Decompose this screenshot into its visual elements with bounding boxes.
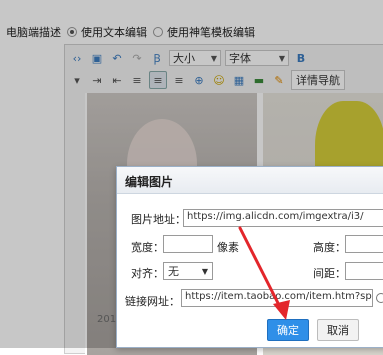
width-input[interactable]: [163, 235, 213, 253]
seller-editor-page: 电脑端描述 使用文本编辑 使用神笔模板编辑 ‹› ▣ ↶ ↷ Ꞵ 大小 ▼ 字体 ▼…: [0, 0, 383, 355]
align-select-value: 无: [168, 265, 179, 278]
align-label: 对齐：: [131, 267, 164, 280]
align-select[interactable]: 无 ▼: [163, 262, 213, 280]
image-url-input[interactable]: https://img.alicdn.com/imgextra/i3/: [183, 209, 383, 227]
dialog-header: 编辑图片: [117, 167, 383, 194]
edit-image-dialog: 编辑图片 图片地址： https://img.alicdn.com/imgext…: [116, 166, 383, 348]
image-url-label: 图片地址：: [131, 213, 186, 226]
open-new-window-radio[interactable]: [376, 293, 383, 303]
link-url-label: 链接网址：: [125, 295, 180, 308]
width-label: 宽度：: [131, 241, 164, 254]
width-unit: 像素: [217, 241, 239, 254]
spacing-input[interactable]: [345, 262, 383, 280]
chevron-down-icon: ▼: [201, 266, 208, 276]
height-input[interactable]: [345, 235, 383, 253]
cancel-button[interactable]: 取消: [317, 319, 359, 341]
confirm-button[interactable]: 确定: [267, 319, 309, 341]
dialog-title: 编辑图片: [125, 175, 174, 189]
spacing-label: 间距：: [313, 267, 346, 280]
link-url-input[interactable]: https://item.taobao.com/item.htm?spm=686: [181, 289, 373, 307]
height-label: 高度：: [313, 241, 346, 254]
